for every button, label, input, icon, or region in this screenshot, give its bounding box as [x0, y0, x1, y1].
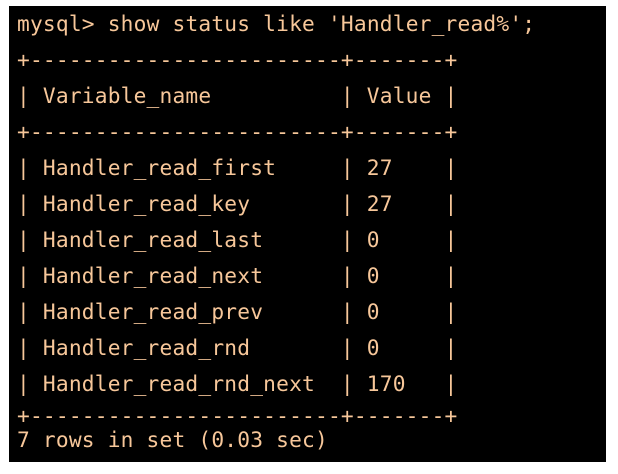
table-border-top: +------------------------+-------+: [17, 47, 458, 72]
table-border-mid: +------------------------+-------+: [17, 119, 458, 144]
table-row: | Handler_read_key | 27 |: [17, 191, 458, 216]
table-row: | Handler_read_next | 0 |: [17, 263, 458, 288]
command-line: mysql> show status like 'Handler_read%';: [17, 6, 535, 42]
table-header-row: | Variable_name | Value |: [17, 83, 458, 108]
table-row: | Handler_read_last | 0 |: [17, 227, 458, 252]
table-row: | Handler_read_rnd_next | 170 |: [17, 371, 458, 396]
sql-command: show status like 'Handler_read%';: [107, 11, 536, 36]
table-row: | Handler_read_prev | 0 |: [17, 299, 458, 324]
terminal-window[interactable]: mysql> show status like 'Handler_read%';…: [9, 6, 606, 462]
table-row: | Handler_read_rnd | 0 |: [17, 335, 458, 360]
mysql-prompt: mysql>: [17, 11, 108, 36]
table-row: | Handler_read_first | 27 |: [17, 155, 458, 180]
result-summary: 7 rows in set (0.03 sec): [17, 427, 328, 452]
